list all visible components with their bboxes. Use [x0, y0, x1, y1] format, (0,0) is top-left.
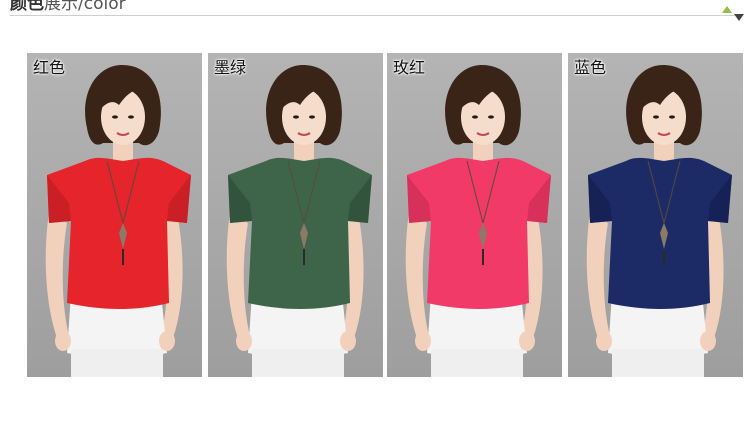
color-label: 玫红: [393, 58, 426, 77]
section-header: 颜色展示/color: [0, 0, 750, 21]
section-title-rest: 展示/color: [44, 0, 126, 14]
model-photo: [387, 53, 562, 377]
color-card-dark-green[interactable]: 墨绿: [208, 53, 383, 377]
color-card-blue[interactable]: 蓝色: [568, 53, 743, 377]
color-label: 红色: [33, 58, 66, 77]
triangle-up-icon: [722, 6, 732, 13]
model-photo: [568, 53, 743, 377]
color-label: 蓝色: [574, 58, 607, 77]
color-card-rose[interactable]: 玫红: [387, 53, 562, 377]
triangle-down-icon: [734, 14, 744, 21]
color-label: 墨绿: [214, 58, 247, 77]
header-divider: [10, 15, 740, 16]
color-card-red[interactable]: 红色: [27, 53, 202, 377]
model-photo: [208, 53, 383, 377]
model-photo: [27, 53, 202, 377]
section-title-strong: 颜色: [10, 0, 44, 14]
section-title: 颜色展示/color: [10, 0, 126, 13]
